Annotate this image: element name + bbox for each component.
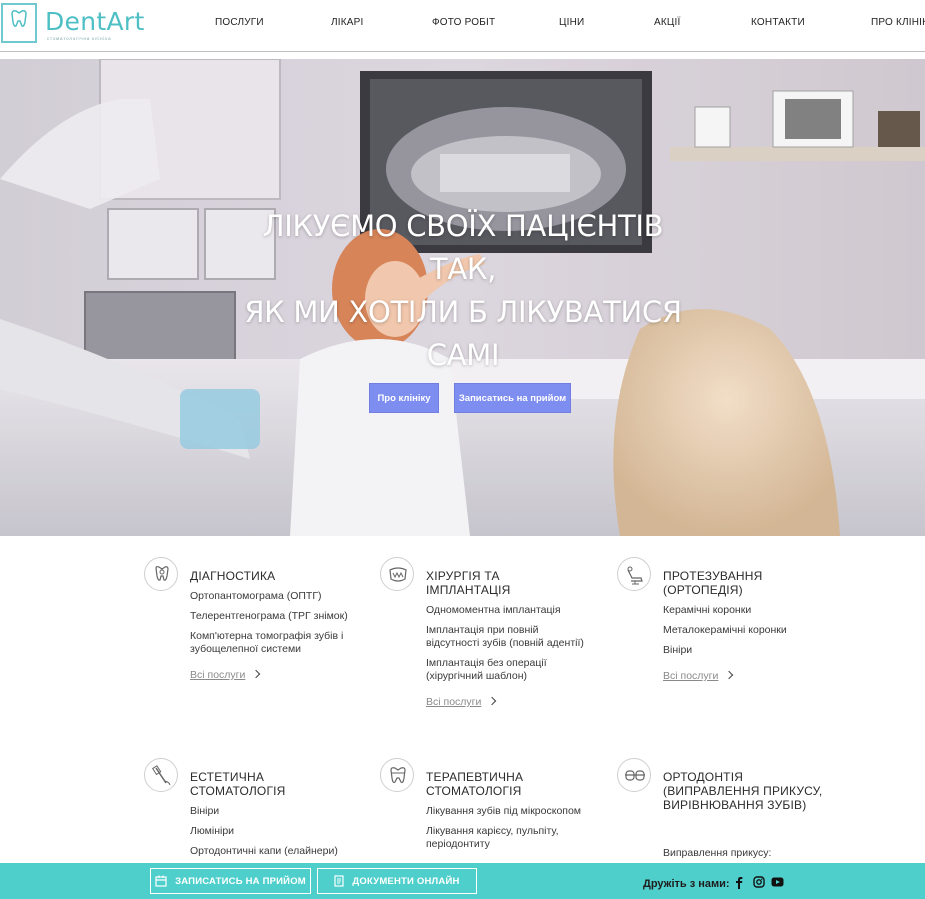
nav-promotions[interactable]: АКЦІЇ [654, 17, 680, 28]
youtube-icon[interactable] [771, 876, 784, 888]
all-services-link[interactable]: Всі послуги [426, 696, 497, 708]
service-link[interactable]: Вініри [663, 644, 823, 657]
nav-photos[interactable]: ФОТО РОБІТ [432, 17, 495, 28]
all-services-label: Всі послуги [426, 696, 482, 708]
hero-banner: ЛІКУЄМО СВОЇХ ПАЦІЄНТІВ ТАК, ЯК МИ ХОТІЛ… [0, 59, 925, 536]
service-link[interactable]: Одномоментна імплантація [426, 604, 586, 617]
documents-online-button[interactable]: ДОКУМЕНТИ ОНЛАЙН [317, 868, 477, 894]
service-link[interactable]: Телерентгенограма (ТРГ знімок) [190, 610, 350, 623]
service-link[interactable]: Імплантація при повній відсутності зубів… [426, 624, 586, 650]
service-link[interactable]: Керамічні коронки [663, 604, 823, 617]
hero-headline: ЛІКУЄМО СВОЇХ ПАЦІЄНТІВ ТАК, ЯК МИ ХОТІЛ… [244, 209, 682, 372]
service-link[interactable]: Ортодонтичні капи (елайнери) [190, 845, 350, 858]
all-services-link[interactable]: Всі послуги [663, 670, 734, 682]
all-services-label: Всі послуги [663, 670, 719, 682]
service-list: Керамічні коронки Металокерамічні коронк… [663, 604, 823, 684]
service-link[interactable]: Люмініри [190, 825, 350, 838]
bottom-appointment-button[interactable]: ЗАПИСАТИСЬ НА ПРИЙОМ [150, 868, 311, 894]
service-title: ПРОТЕЗУВАННЯ (ОРТОПЕДІЯ) [663, 569, 763, 597]
service-link[interactable]: Лікування карієсу, пульпіту, періодонтит… [426, 825, 586, 851]
service-list: Ортопантомограма (ОПТГ) Телерентгенограм… [190, 590, 350, 683]
service-title: ТЕРАПЕВТИЧНА СТОМАТОЛОГІЯ [426, 770, 524, 798]
nav-prices[interactable]: ЦІНИ [559, 17, 584, 28]
chevron-right-icon [488, 696, 497, 706]
service-link[interactable]: Ортопантомограма (ОПТГ) [190, 590, 350, 603]
hero-appointment-button[interactable]: Записатись на прийом [454, 383, 571, 413]
bottom-action-bar: ЗАПИСАТИСЬ НА ПРИЙОМ ДОКУМЕНТИ ОНЛАЙН Др… [0, 863, 925, 899]
tooth-crown-icon [380, 758, 414, 792]
service-title: ДІАГНОСТИКА [190, 569, 276, 583]
braces-icon [617, 758, 651, 792]
about-clinic-button[interactable]: Про клініку [369, 383, 439, 413]
follow-us-label: Дружіть з нами: [643, 878, 730, 890]
instagram-icon[interactable] [753, 876, 765, 888]
dental-chair-icon [617, 557, 651, 591]
service-link[interactable]: Вініри [190, 805, 350, 818]
service-link[interactable]: Комп'ютерна томографія зубів і зубощелеп… [190, 630, 350, 656]
chevron-right-icon [252, 669, 261, 679]
nav-services[interactable]: ПОСЛУГИ [215, 17, 264, 28]
documents-online-label: ДОКУМЕНТИ ОНЛАЙН [352, 875, 460, 887]
main-nav: ПОСЛУГИ ЛІКАРІ ФОТО РОБІТ ЦІНИ АКЦІЇ КОН… [0, 17, 925, 31]
all-services-link[interactable]: Всі послуги [190, 669, 261, 681]
service-link[interactable]: Імплантація без операції (хірургічний ша… [426, 657, 586, 683]
service-link[interactable]: Виправлення прикусу: [663, 847, 823, 860]
service-title: ЕСТЕТИЧНА СТОМАТОЛОГІЯ [190, 770, 286, 798]
bottom-appointment-label: ЗАПИСАТИСЬ НА ПРИЙОМ [175, 875, 306, 887]
site-header: DentArt стоматологічна клініка ПОСЛУГИ Л… [0, 0, 925, 52]
logo-subtitle: стоматологічна клініка [47, 36, 112, 41]
nav-about[interactable]: ПРО КЛІНІКУ [871, 17, 925, 28]
service-link[interactable]: Металокерамічні коронки [663, 624, 823, 637]
service-list: Вініри Люмініри Ортодонтичні капи (елайн… [190, 805, 350, 865]
all-services-label: Всі послуги [190, 669, 246, 681]
calendar-icon [155, 875, 167, 887]
document-icon [334, 875, 345, 887]
service-title: ХІРУРГІЯ ТА ІМПЛАНТАЦІЯ [426, 569, 511, 597]
toothbrush-icon [144, 758, 178, 792]
facebook-icon[interactable] [735, 876, 743, 889]
chevron-right-icon [725, 670, 734, 680]
service-list: Лікування зубів під мікроскопом Лікуванн… [426, 805, 586, 858]
service-list: Одномоментна імплантація Імплантація при… [426, 604, 586, 710]
jaw-icon [380, 557, 414, 591]
nav-contacts[interactable]: КОНТАКТИ [751, 17, 805, 28]
service-link[interactable]: Лікування зубів під мікроскопом [426, 805, 586, 818]
nav-doctors[interactable]: ЛІКАРІ [331, 17, 363, 28]
tooth-xray-icon [144, 557, 178, 591]
service-title: ОРТОДОНТІЯ (ВИПРАВЛЕННЯ ПРИКУСУ, ВИРІВНЮ… [663, 770, 823, 812]
